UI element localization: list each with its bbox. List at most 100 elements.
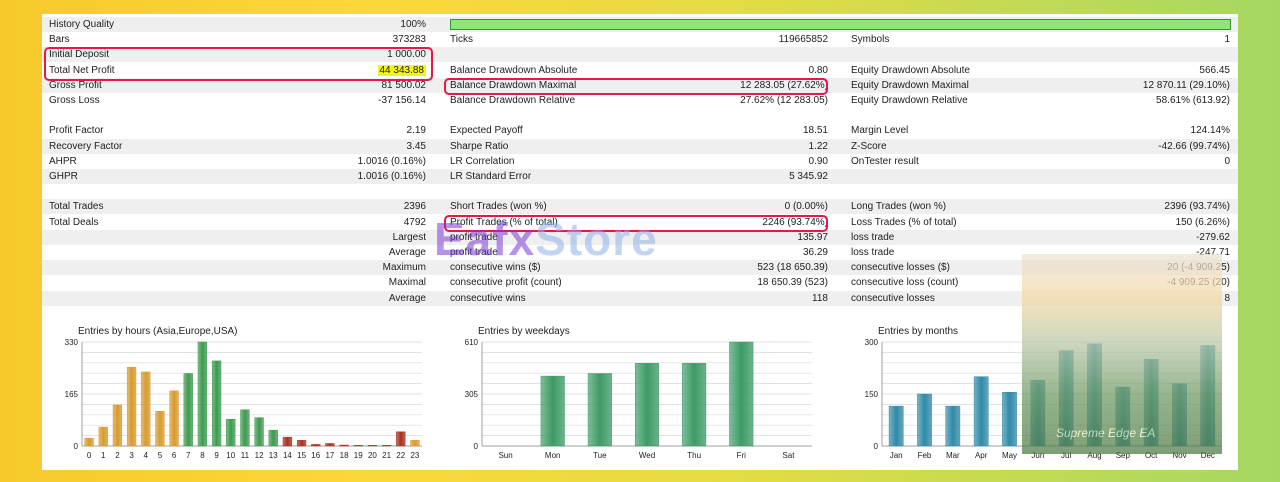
x-tick-label: 22 [396, 451, 405, 460]
x-tick-label: Nov [1172, 451, 1186, 460]
metric-value: 12 870.11 (29.10%) [1142, 79, 1230, 91]
metric-label: consecutive wins ($) [450, 262, 541, 274]
metric-value: 0 (0.00%) [784, 201, 828, 213]
report-row: Recovery Factor 3.45 Sharpe Ratio 1.22 Z-Sco… [42, 138, 1238, 154]
metric-label: consecutive profit (count) [450, 277, 562, 289]
x-tick-label: 9 [214, 451, 219, 460]
metric-value: 18.51 [802, 125, 828, 137]
metric-label: LR Correlation [450, 155, 515, 167]
metric-value: 566.45 [1199, 64, 1230, 76]
bar-mar [945, 405, 961, 447]
x-tick-label: Feb [918, 451, 932, 460]
x-tick-label: 20 [368, 451, 377, 460]
report-row: Maximal consecutive profit (count) 18 650.… [42, 275, 1238, 290]
report-row: Average consecutive wins 118 consecutive lo… [42, 290, 1238, 306]
metric-label: Bars [49, 34, 70, 46]
metric-label: Total Deals [49, 216, 99, 228]
metric-value: 8 [1224, 292, 1230, 304]
metric-label: Symbols [851, 34, 890, 46]
x-tick-label: Dec [1201, 451, 1215, 460]
bar-19 [353, 445, 363, 447]
x-tick-label: 19 [354, 451, 363, 460]
x-tick-label: Wed [639, 451, 655, 460]
bar-16 [311, 444, 321, 447]
bar-2 [112, 404, 123, 447]
bar-4 [141, 371, 151, 447]
x-tick-label: 23 [410, 451, 419, 460]
metric-value: 119665852 [778, 34, 828, 46]
bar-7 [183, 373, 193, 447]
metric-label: Maximal [388, 277, 426, 289]
chart-months: Entries by months 0 150 300 Jan Feb Mar Apr May J… [852, 324, 1232, 464]
bar-mon [540, 375, 565, 447]
metric-value: 523 (18 650.39) [757, 262, 828, 274]
report-row: Average profit trade 36.29 loss trade -247.7… [42, 245, 1238, 260]
report-row-spacer [42, 108, 1238, 123]
bar-nov [1172, 383, 1187, 447]
x-tick-label: 17 [325, 451, 334, 460]
bar-tue [587, 373, 612, 447]
metric-label: Total Trades [49, 201, 104, 213]
metric-value: 118 [812, 292, 828, 304]
metric-value: 1 [1224, 34, 1230, 46]
x-tick-label: 8 [200, 451, 205, 460]
x-tick-label: Aug [1087, 451, 1101, 460]
x-tick-label: 21 [382, 451, 391, 460]
metric-label: Balance Drawdown Relative [450, 95, 576, 106]
x-tick-label: 15 [297, 451, 306, 460]
bar-sep [1115, 386, 1131, 447]
metric-label: consecutive loss (count) [851, 277, 959, 289]
metric-label: Maximum [382, 262, 426, 274]
y-tick-label: 610 [465, 338, 479, 347]
metric-label: Ticks [450, 34, 473, 46]
report-row: Total Trades 2396 Short Trades (won %) 0 (0… [42, 199, 1238, 215]
y-tick-label: 300 [865, 338, 879, 347]
metric-value: -42.66 (99.74%) [1158, 140, 1230, 152]
metric-value: -37 156.14 [378, 95, 426, 106]
metric-value: 3.45 [406, 140, 426, 152]
bar-11 [240, 409, 250, 447]
x-tick-label: 4 [144, 451, 149, 460]
bar-1 [98, 426, 108, 447]
chart-title: Entries by hours (Asia,Europe,USA) [78, 326, 238, 337]
metric-label: Equity Drawdown Absolute [851, 64, 970, 76]
metric-label: OnTester result [851, 155, 919, 167]
chart-svg: Entries by weekdays 0 305 610 Sun Mon Tue Wed Th… [465, 326, 812, 460]
metric-value: 1.0016 (0.16%) [357, 155, 426, 167]
bar-may [1002, 392, 1017, 447]
report-row: Profit Factor 2.19 Expected Payoff 18.51 Mar… [42, 123, 1238, 138]
bar-13 [268, 429, 278, 447]
metric-value: 135.97 [797, 231, 828, 243]
report-row: AHPR 1.0016 (0.16%) LR Correlation 0.90 OnTe… [42, 154, 1238, 169]
history-quality-label: History Quality [49, 19, 115, 30]
bar-6 [169, 390, 179, 447]
bar-17 [325, 443, 335, 447]
report-row: GHPR 1.0016 (0.16%) LR Standard Error 5 345… [42, 169, 1238, 184]
y-tick-label: 305 [465, 390, 479, 399]
bar-23 [410, 440, 420, 447]
bar-thu [682, 363, 707, 447]
bar-jul [1058, 350, 1074, 447]
report-row: Gross Loss -37 156.14 Balance Drawdown Rel… [42, 93, 1238, 108]
metric-label: loss trade [851, 247, 895, 258]
metric-label: AHPR [49, 155, 77, 167]
metric-label: profit trade [450, 231, 498, 243]
x-tick-label: Fri [737, 451, 747, 460]
x-tick-label: 11 [241, 451, 250, 460]
x-tick-label: Jan [890, 451, 903, 460]
y-tick-label: 0 [474, 442, 479, 451]
chart-title: Entries by months [878, 326, 958, 337]
metric-value: -279.62 [1196, 231, 1230, 243]
bar-0 [84, 437, 94, 447]
metric-value: -4 909.25 (20) [1167, 277, 1230, 289]
metric-label: Average [388, 247, 426, 258]
bar-8 [197, 341, 208, 447]
bar-dec [1200, 345, 1216, 447]
x-tick-label: 0 [87, 451, 92, 460]
metric-label: Gross Loss [49, 95, 100, 106]
metric-value: 0.80 [808, 64, 828, 76]
bar-10 [226, 418, 236, 447]
x-tick-label: May [1002, 451, 1017, 460]
chart-title: Entries by weekdays [478, 326, 570, 337]
bar-oct [1143, 359, 1159, 447]
